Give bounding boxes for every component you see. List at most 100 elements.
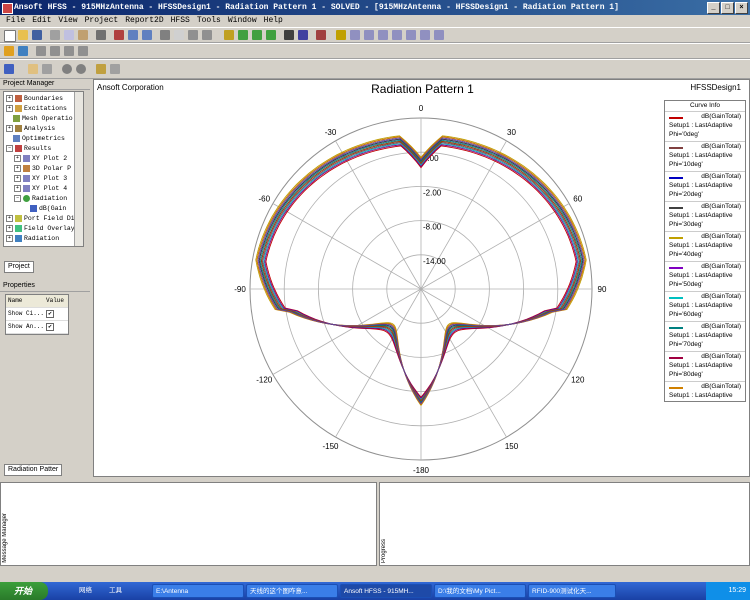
tree-item-xy-plot-2[interactable]: + XY Plot 2: [14, 154, 67, 164]
curve-icon-7[interactable]: [434, 30, 444, 40]
minimize-button[interactable]: _: [707, 2, 720, 14]
menu-window[interactable]: Window: [228, 15, 257, 27]
curve-icon-6[interactable]: [420, 30, 430, 40]
menu-project[interactable]: Project: [85, 15, 119, 27]
curve-icon-4[interactable]: [392, 30, 402, 40]
boolean-icon-2[interactable]: [50, 46, 60, 56]
polar-spoke: [272, 288, 422, 375]
tree-item-port-field[interactable]: + Port Field Di: [6, 214, 75, 224]
boolean-icon-1[interactable]: [36, 46, 46, 56]
curve-icon-3[interactable]: [378, 30, 388, 40]
property-row[interactable]: Show Ci... ✔: [6, 308, 68, 321]
show-circle-checkbox[interactable]: ✔: [46, 310, 54, 318]
toolbar-modeler: [0, 43, 750, 59]
new-icon[interactable]: [4, 30, 16, 42]
legend-phi: Phi='10deg': [669, 161, 703, 168]
tree-item-optimetrics[interactable]: Optimetrics: [13, 134, 65, 144]
fit-all-icon[interactable]: [96, 64, 106, 74]
tree-item-xy-plot-4[interactable]: + XY Plot 4: [14, 184, 67, 194]
menu-help[interactable]: Help: [264, 15, 283, 27]
tree-item-field-overlay[interactable]: + Field Overlay: [6, 224, 75, 234]
tab-radiation-pattern[interactable]: Radiation Patter: [4, 464, 63, 476]
tree-item-radiation-setup[interactable]: + Radiation: [6, 234, 59, 244]
angle-tick-label: 120: [571, 376, 585, 385]
tree-scrollbar[interactable]: [74, 92, 83, 246]
cut-icon[interactable]: [50, 30, 60, 40]
tree-item-mesh-operations[interactable]: Mesh Operatio: [13, 114, 73, 124]
undo-icon[interactable]: [128, 30, 138, 40]
print-icon[interactable]: [96, 30, 106, 40]
orient-icon[interactable]: [4, 64, 14, 74]
field-icon[interactable]: [266, 30, 276, 40]
move-icon[interactable]: [174, 30, 184, 40]
start-button[interactable]: 开始: [0, 582, 48, 600]
tree-item-radiation[interactable]: − Radiation: [14, 194, 67, 204]
tab-project[interactable]: Project: [4, 261, 34, 273]
tree-item-boundaries[interactable]: + Boundaries: [6, 94, 63, 104]
tree-item-db-gain[interactable]: dB(Gain: [30, 204, 66, 214]
tree-item-results[interactable]: − Results: [6, 144, 51, 154]
taskbar-rfid[interactable]: RFID-900测试化天...: [528, 584, 616, 598]
wizard-icon[interactable]: [4, 46, 14, 56]
legend-trace-name: dB(GainTotal): [701, 323, 741, 330]
curve-icon-1[interactable]: [350, 30, 360, 40]
boolean-icon-3[interactable]: [64, 46, 74, 56]
results-icon[interactable]: [252, 30, 262, 40]
taskbar-network[interactable]: 网络: [76, 584, 104, 598]
tree-item-excitations[interactable]: + Excitations: [6, 104, 67, 114]
tree-item-3d-polar[interactable]: +3D Polar P: [14, 164, 71, 174]
pan-icon[interactable]: [28, 64, 38, 74]
taskbar-tools[interactable]: 工具: [106, 584, 134, 598]
analyze-icon[interactable]: [238, 30, 248, 40]
menu-view[interactable]: View: [58, 15, 77, 27]
chart-icon[interactable]: [298, 30, 308, 40]
boolean-icon-4[interactable]: [78, 46, 88, 56]
maximize-button[interactable]: □: [721, 2, 734, 14]
zoom-out-icon[interactable]: [76, 64, 86, 74]
open-icon[interactable]: [18, 30, 28, 40]
select-icon[interactable]: [160, 30, 170, 40]
taskbar-hfss[interactable]: Ansoft HFSS - 915MH...: [340, 584, 432, 598]
copy-icon[interactable]: [64, 30, 74, 40]
menu-hfss[interactable]: HFSS: [171, 15, 190, 27]
curve-icon-5[interactable]: [406, 30, 416, 40]
show-angle-checkbox[interactable]: ✔: [46, 323, 54, 331]
paste-icon[interactable]: [78, 30, 88, 40]
property-row[interactable]: Show An... ✔: [6, 321, 68, 334]
toolbar-standard: [0, 27, 750, 43]
report-icon[interactable]: [316, 30, 326, 40]
rotate-view-icon[interactable]: [42, 64, 52, 74]
zoom-tool-icon[interactable]: [284, 30, 294, 40]
curve-icon-2[interactable]: [364, 30, 374, 40]
taskbar-explorer[interactable]: E:\Antenna: [152, 584, 244, 598]
taskbar-browser[interactable]: 天线的这个图咋意...: [246, 584, 338, 598]
app-icon: [2, 3, 13, 14]
menu-file[interactable]: File: [6, 15, 25, 27]
fit-selection-icon[interactable]: [110, 64, 120, 74]
taskbar-pictures[interactable]: D:\我的文档\My Pict...: [434, 584, 526, 598]
mirror-icon[interactable]: [202, 30, 212, 40]
legend-phi: Phi='50deg': [669, 281, 703, 288]
legend-title: Curve Info: [690, 102, 720, 109]
tree-item-analysis[interactable]: + Analysis: [6, 124, 55, 134]
rotate-icon[interactable]: [188, 30, 198, 40]
angle-tick-label: 90: [598, 285, 607, 294]
legend-swatch: [669, 267, 683, 269]
validate-icon[interactable]: [224, 30, 234, 40]
tree-item-xy-plot-3[interactable]: + XY Plot 3: [14, 174, 67, 184]
redo-icon[interactable]: [142, 30, 152, 40]
polar-spoke: [335, 140, 422, 290]
save-icon[interactable]: [32, 30, 42, 40]
close-button[interactable]: ×: [735, 2, 748, 14]
delete-icon[interactable]: [114, 30, 124, 40]
draw-icon[interactable]: [18, 46, 28, 56]
radiation-plot-window[interactable]: Ansoft Corporation Radiation Pattern 1 H…: [93, 79, 750, 477]
menu-report2d[interactable]: Report2D: [125, 15, 163, 27]
project-tree: + Boundaries + Excitations Mesh Operatio +…: [3, 91, 84, 247]
line-icon[interactable]: [336, 30, 346, 40]
angle-tick-label: -150: [322, 442, 339, 451]
zoom-in-icon[interactable]: [62, 64, 72, 74]
menu-edit[interactable]: Edit: [32, 15, 51, 27]
menu-tools[interactable]: Tools: [197, 15, 221, 27]
legend-swatch: [669, 207, 683, 209]
